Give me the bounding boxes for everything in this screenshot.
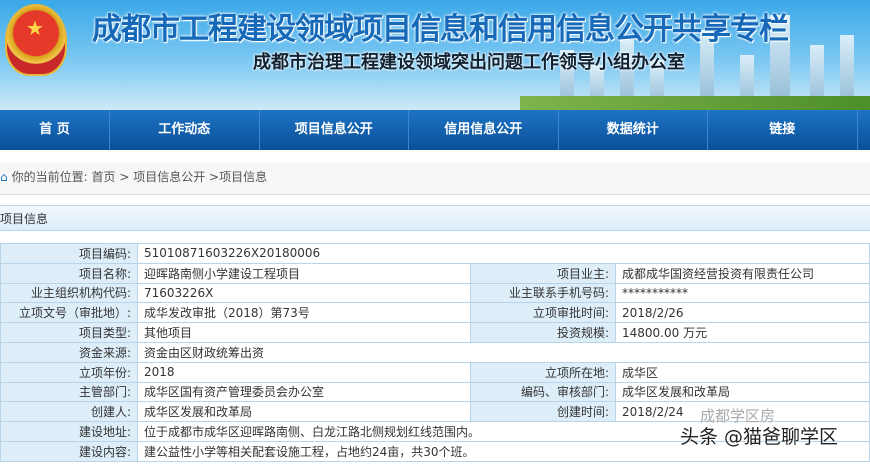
field-label: 建设内容: (0, 440, 138, 462)
field-label: 创建时间: (470, 401, 616, 423)
field-label: 项目名称: (0, 262, 138, 284)
field-value: 51010871603226X20180006 (137, 243, 870, 264)
nav-work-news[interactable]: 工作动态 (110, 110, 260, 150)
field-value: *********** (615, 282, 870, 304)
field-label: 编码、审核部门: (470, 381, 616, 403)
field-label: 主管部门: (0, 381, 138, 403)
nav-links[interactable]: 链接 (708, 110, 858, 150)
field-label: 投资规模: (470, 322, 616, 343)
nav-project-info[interactable]: 项目信息公开 (260, 110, 409, 150)
breadcrumb-current: >项目信息 (205, 170, 268, 184)
main-nav: 首 页 工作动态 项目信息公开 信用信息公开 数据统计 链接 (0, 110, 870, 150)
table-row: 资金来源: 资金由区财政统筹出资 (0, 341, 870, 363)
field-label: 立项年份: (0, 361, 138, 383)
table-row: 项目编码: 51010871603226X20180006 (0, 243, 870, 264)
field-value: 成华区发展和改革局 (137, 401, 471, 423)
field-label: 创建人: (0, 401, 138, 423)
breadcrumb-home[interactable]: 首页 (92, 170, 116, 184)
breadcrumb-project-info[interactable]: > 项目信息公开 (116, 170, 205, 184)
header-banner: ★ 成都市工程建设领域项目信息和信用信息公开共享专栏 成都市治理工程建设领域突出… (0, 0, 870, 110)
nav-home[interactable]: 首 页 (0, 110, 110, 150)
field-label: 立项审批时间: (470, 302, 616, 324)
field-label: 项目业主: (470, 262, 616, 284)
breadcrumb-prefix: 你的当前位置: (11, 170, 88, 184)
field-value: 成都成华国资经营投资有限责任公司 (615, 262, 870, 284)
table-row: 立项年份: 2018 立项所在地: 成华区 (0, 361, 870, 383)
field-label: 建设地址: (0, 421, 138, 442)
field-label: 项目编码: (0, 243, 138, 264)
field-value: 14800.00 万元 (615, 322, 870, 343)
home-icon: ⌂ (0, 170, 8, 184)
field-value: 71603226X (137, 282, 471, 304)
national-emblem-icon: ★ (5, 4, 67, 76)
field-label: 资金来源: (0, 341, 138, 363)
table-row: 立项文号（审批地）: 成华发改审批（2018）第73号 立项审批时间: 2018/2/… (0, 302, 870, 324)
field-value: 迎晖路南侧小学建设工程项目 (137, 262, 471, 284)
field-label: 立项文号（审批地）: (0, 302, 138, 324)
field-value: 成华区国有资产管理委员会办公室 (137, 381, 471, 403)
site-subtitle: 成都市治理工程建设领域突出问题工作领导小组办公室 (253, 52, 685, 73)
field-label: 立项所在地: (470, 361, 616, 383)
field-value: 成华区 (615, 361, 870, 383)
nav-credit-info[interactable]: 信用信息公开 (409, 110, 559, 150)
field-label: 业主组织机构代码: (0, 282, 138, 304)
field-value: 其他项目 (137, 322, 471, 343)
table-row: 项目名称: 迎晖路南侧小学建设工程项目 项目业主: 成都成华国资经营投资有限责任公司 (0, 262, 870, 284)
field-value: 成华区发展和改革局 (615, 381, 870, 403)
field-value: 2018 (137, 361, 471, 383)
site-title: 成都市工程建设领域项目信息和信用信息公开共享专栏 (92, 12, 789, 47)
breadcrumb: ⌂ 你的当前位置: 首页 > 项目信息公开 >项目信息 (0, 163, 870, 195)
nav-statistics[interactable]: 数据统计 (559, 110, 708, 150)
table-row: 项目类型: 其他项目 投资规模: 14800.00 万元 (0, 322, 870, 343)
field-value: 成华发改审批（2018）第73号 (137, 302, 471, 324)
table-row: 主管部门: 成华区国有资产管理委员会办公室 编码、审核部门: 成华区发展和改革局 (0, 381, 870, 403)
field-value: 资金由区财政统筹出资 (137, 341, 870, 363)
table-row: 业主组织机构代码: 71603226X 业主联系手机号码: *********** (0, 282, 870, 304)
section-title: 项目信息 (0, 205, 870, 231)
watermark-author: 头条 @猫爸聊学区 (680, 426, 839, 448)
field-value: 2018/2/26 (615, 302, 870, 324)
field-label: 项目类型: (0, 322, 138, 343)
field-label: 业主联系手机号码: (470, 282, 616, 304)
